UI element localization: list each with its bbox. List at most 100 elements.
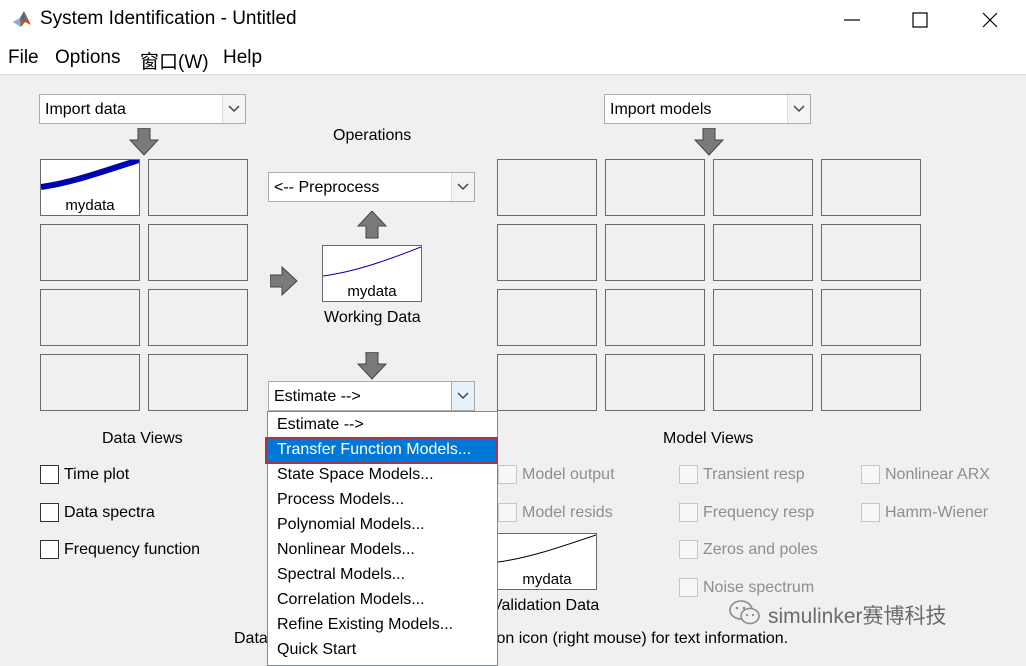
menu-option-process-models[interactable]: Process Models...: [277, 491, 404, 509]
menu-options[interactable]: Options: [55, 47, 120, 69]
operations-label: Operations: [333, 127, 412, 144]
data-slot-empty[interactable]: [148, 354, 248, 411]
data-spectra-checkbox[interactable]: [40, 503, 59, 522]
preprocess-select[interactable]: <-- Preprocess: [268, 172, 475, 202]
import-data-arrow-icon: [128, 127, 160, 161]
data-slot-empty[interactable]: [40, 289, 140, 346]
model-slot-empty[interactable]: [497, 224, 597, 281]
menu-option-state-space[interactable]: State Space Models...: [277, 466, 434, 484]
model-slot-empty[interactable]: [605, 159, 705, 216]
noise-spectrum-checkbox[interactable]: [679, 578, 698, 597]
working-data-slot[interactable]: mydata: [322, 245, 422, 302]
import-models-value: Import models: [610, 101, 712, 118]
data-slot-empty[interactable]: [148, 224, 248, 281]
estimate-value: Estimate -->: [274, 388, 361, 405]
hamm-wiener-checkbox[interactable]: [861, 503, 880, 522]
menu-option-spectral[interactable]: Spectral Models...: [277, 566, 405, 584]
signal-plot-icon: [323, 246, 421, 277]
frequency-function-checkbox[interactable]: [40, 540, 59, 559]
menu-help[interactable]: Help: [223, 47, 262, 69]
data-slot-empty[interactable]: [40, 224, 140, 281]
menu-file[interactable]: File: [8, 47, 39, 69]
estimate-dropdown-list: Estimate --> Transfer Function Models...…: [265, 411, 498, 666]
model-resids-checkbox[interactable]: [498, 503, 517, 522]
data-slot-empty[interactable]: [148, 289, 248, 346]
transient-resp-checkbox[interactable]: [679, 465, 698, 484]
menu-option-nonlinear[interactable]: Nonlinear Models...: [277, 541, 415, 559]
model-slot-empty[interactable]: [821, 224, 921, 281]
hamm-wiener-label: Hamm-Wiener: [885, 504, 989, 521]
status-text-left: Data: [234, 630, 268, 647]
frequency-resp-label: Frequency resp: [703, 504, 815, 521]
close-button[interactable]: [964, 0, 1016, 40]
working-data-slot-label: mydata: [347, 283, 397, 300]
model-slot-empty[interactable]: [821, 289, 921, 346]
menu-option-estimate[interactable]: Estimate -->: [277, 416, 364, 434]
data-slot-label: mydata: [65, 197, 115, 214]
validation-slot-label: mydata: [522, 571, 572, 588]
model-slot-empty[interactable]: [821, 159, 921, 216]
matlab-icon: [12, 9, 32, 29]
import-data-select[interactable]: Import data: [39, 94, 246, 124]
signal-plot-icon: [498, 534, 596, 563]
chevron-down-icon: [222, 95, 245, 123]
window-title: System Identification - Untitled: [40, 8, 297, 29]
transient-resp-label: Transient resp: [703, 466, 805, 483]
minimize-icon: [844, 19, 860, 21]
zeros-and-poles-label: Zeros and poles: [703, 541, 818, 558]
menu-option-correlation[interactable]: Correlation Models...: [277, 591, 425, 609]
chevron-down-icon: [787, 95, 810, 123]
noise-spectrum-label: Noise spectrum: [703, 579, 815, 596]
zeros-and-poles-checkbox[interactable]: [679, 540, 698, 559]
data-slot-empty[interactable]: [40, 354, 140, 411]
data-slot-empty[interactable]: [148, 159, 248, 216]
time-plot-label: Time plot: [64, 466, 130, 483]
model-resids-label: Model resids: [522, 504, 613, 521]
maximize-button[interactable]: [894, 0, 946, 40]
minimize-button[interactable]: [826, 0, 878, 40]
time-plot-checkbox[interactable]: [40, 465, 59, 484]
import-models-arrow-icon: [693, 127, 725, 161]
model-slot-empty[interactable]: [713, 159, 813, 216]
arrow-up-icon: [356, 210, 388, 244]
menu-option-transfer-function[interactable]: Transfer Function Models...: [277, 441, 471, 459]
import-data-value: Import data: [45, 101, 126, 118]
preprocess-value: <-- Preprocess: [274, 179, 380, 196]
status-text-right: k on icon (right mouse) for text informa…: [484, 630, 789, 647]
validation-data-slot[interactable]: mydata: [497, 533, 597, 590]
model-slot-empty[interactable]: [605, 354, 705, 411]
menu-window[interactable]: 窗口(W): [140, 47, 209, 74]
menu-option-refine-existing[interactable]: Refine Existing Models...: [277, 616, 453, 634]
data-slot-mydata[interactable]: mydata: [40, 159, 140, 216]
menu-option-polynomial[interactable]: Polynomial Models...: [277, 516, 425, 534]
model-slot-empty[interactable]: [497, 159, 597, 216]
nonlinear-arx-checkbox[interactable]: [861, 465, 880, 484]
close-icon: [982, 12, 998, 28]
model-slot-empty[interactable]: [497, 289, 597, 346]
chevron-down-icon: [451, 382, 474, 410]
model-slot-empty[interactable]: [713, 224, 813, 281]
wechat-icon: [728, 598, 762, 628]
estimate-select[interactable]: Estimate -->: [268, 381, 475, 411]
signal-plot-icon: [41, 160, 139, 190]
arrow-right-icon: [269, 265, 298, 301]
import-models-select[interactable]: Import models: [604, 94, 811, 124]
model-output-label: Model output: [522, 466, 615, 483]
data-spectra-label: Data spectra: [64, 504, 155, 521]
frequency-function-label: Frequency function: [64, 541, 201, 558]
working-data-label: Working Data: [324, 309, 421, 326]
frequency-resp-checkbox[interactable]: [679, 503, 698, 522]
maximize-icon: [912, 12, 928, 28]
model-slot-empty[interactable]: [821, 354, 921, 411]
model-slot-empty[interactable]: [713, 289, 813, 346]
model-slot-empty[interactable]: [497, 354, 597, 411]
model-slot-empty[interactable]: [605, 224, 705, 281]
model-views-label: Model Views: [663, 430, 754, 447]
data-views-label: Data Views: [102, 430, 183, 447]
nonlinear-arx-label: Nonlinear ARX: [885, 466, 990, 483]
model-slot-empty[interactable]: [605, 289, 705, 346]
model-slot-empty[interactable]: [713, 354, 813, 411]
model-output-checkbox[interactable]: [498, 465, 517, 484]
watermark-text: simulinker赛博科技: [768, 605, 947, 628]
menu-option-quick-start[interactable]: Quick Start: [277, 641, 356, 659]
